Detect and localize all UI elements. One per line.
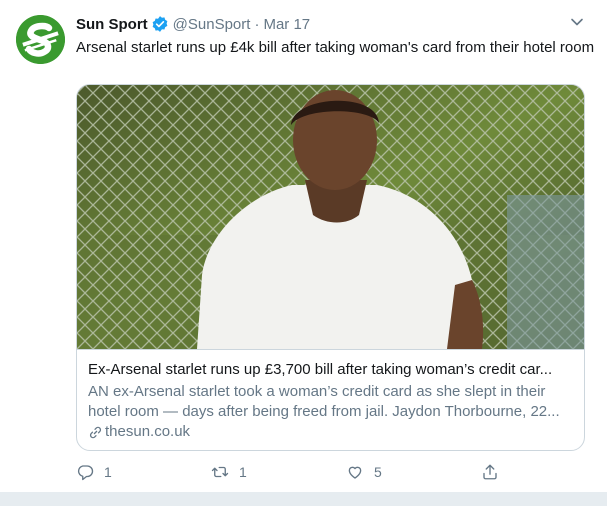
reply-count: 1: [104, 464, 112, 480]
share-icon: [483, 464, 497, 480]
link-card[interactable]: Ex-Arsenal starlet runs up £3,700 bill a…: [76, 84, 585, 451]
avatar[interactable]: [16, 15, 65, 64]
tweet-actions: 1 1 5: [76, 461, 506, 483]
share-button[interactable]: [481, 461, 499, 483]
retweet-button[interactable]: 1: [211, 461, 247, 483]
author-name[interactable]: Sun Sport: [76, 16, 148, 33]
more-options-chevron-down-icon[interactable]: [569, 14, 585, 30]
tweet[interactable]: Sun Sport @SunSport · Mar 17 Arsenal sta…: [0, 0, 607, 492]
retweet-icon: [211, 466, 229, 478]
timeline-divider: [0, 492, 607, 506]
like-button[interactable]: 5: [346, 461, 382, 483]
reply-button[interactable]: 1: [76, 461, 112, 483]
author-handle[interactable]: @SunSport: [173, 16, 251, 33]
tweet-date[interactable]: Mar 17: [263, 16, 310, 33]
card-title[interactable]: Ex-Arsenal starlet runs up £3,700 bill a…: [88, 360, 573, 380]
link-icon: [89, 426, 102, 438]
like-count: 5: [374, 464, 382, 480]
tweet-header: Sun Sport @SunSport · Mar 17: [76, 14, 310, 34]
card-body[interactable]: Ex-Arsenal starlet runs up £3,700 bill a…: [77, 349, 584, 450]
card-domain[interactable]: thesun.co.uk: [88, 422, 573, 442]
card-domain-text: thesun.co.uk: [105, 423, 191, 440]
retweet-count: 1: [239, 464, 247, 480]
heart-icon: [348, 466, 362, 479]
card-description: AN ex-Arsenal starlet took a woman’s cre…: [88, 383, 560, 420]
verified-badge-icon: [151, 15, 169, 33]
card-image[interactable]: [77, 85, 584, 349]
tweet-text: Arsenal starlet runs up £4k bill after t…: [76, 39, 595, 56]
reply-icon: [77, 465, 94, 481]
sun-sport-logo-icon: [16, 15, 65, 64]
separator-dot: ·: [254, 15, 260, 33]
